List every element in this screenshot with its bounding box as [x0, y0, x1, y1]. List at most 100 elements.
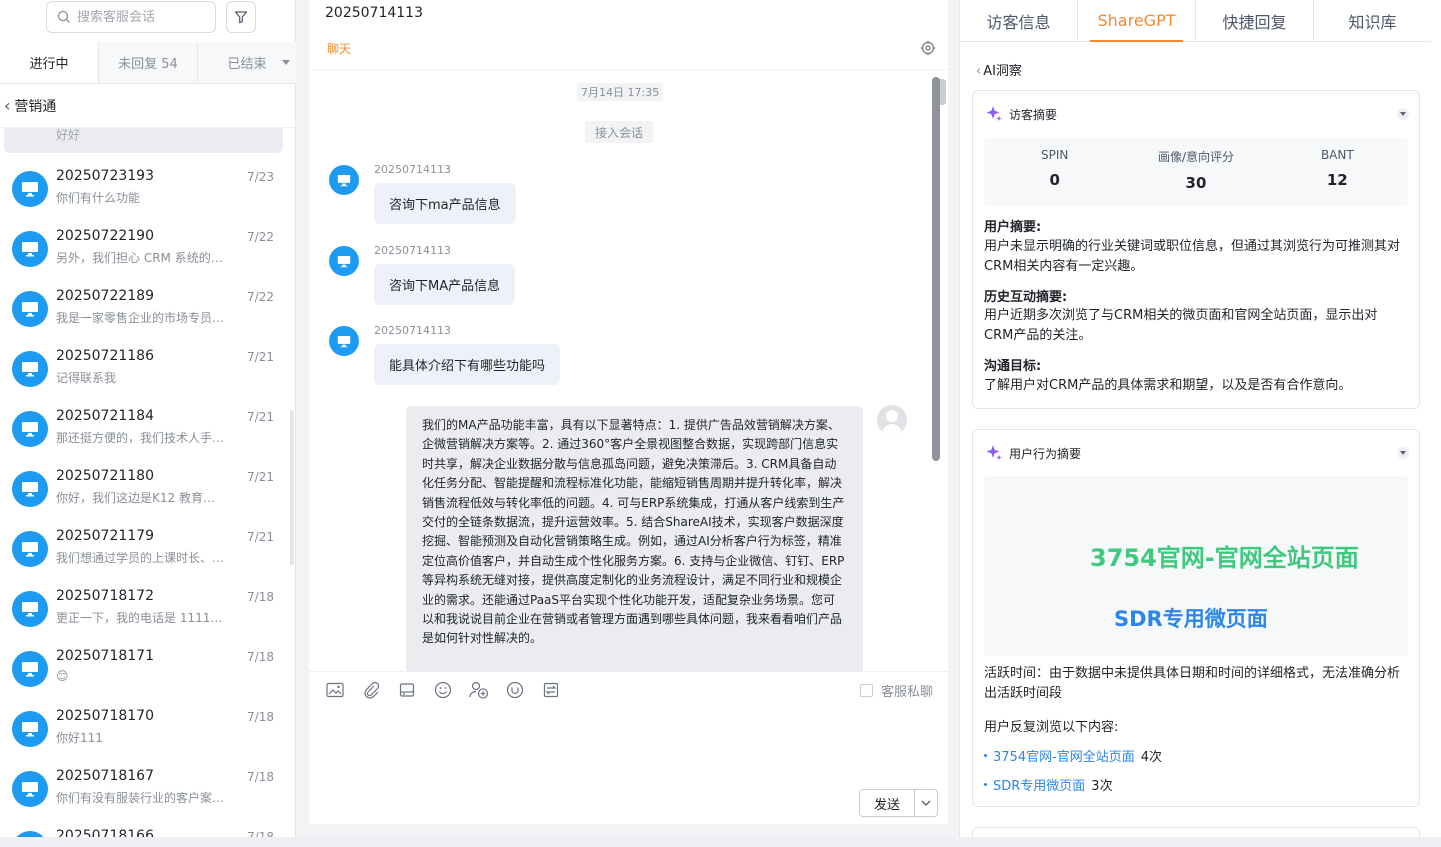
metric-value: 30 [1185, 174, 1207, 192]
conversation-item[interactable]: 20250718172 7/18 更正一下，我的电话是 11111… [0, 588, 290, 648]
message-scrollbar[interactable] [932, 77, 940, 461]
conversation-preview: 记得联系我 [56, 371, 117, 385]
visitor-avatar [12, 591, 48, 627]
list-scrollbar[interactable] [290, 410, 294, 565]
metric-value: 0 [1049, 171, 1060, 189]
agent-avatar [877, 405, 907, 435]
conversation-item[interactable]: 20250723193 7/23 你们有什么功能 [0, 168, 290, 228]
filter-button[interactable] [226, 1, 256, 33]
tab-quick-reply[interactable]: 快捷回复 [1196, 0, 1314, 41]
metric-spin: SPIN 0 [984, 138, 1125, 206]
conversation-preview: 你们有什么功能 [56, 191, 141, 205]
channel-back-row[interactable]: ‹ 营销通 [0, 84, 296, 128]
viewed-page-link[interactable]: SDR专用微页面 [993, 775, 1085, 794]
attachment-icon[interactable] [361, 680, 381, 700]
metric-bant: BANT 12 [1267, 138, 1408, 206]
conversation-item[interactable]: 20250721180 7/21 你好，我们这边是K12 教育机… [0, 468, 290, 528]
send-button-group: 发送 [859, 789, 938, 817]
caret-down-icon[interactable] [282, 60, 290, 65]
conversation-item[interactable]: 20250721184 7/21 那还挺方便的，我们技术人手… [0, 408, 290, 468]
send-options-button[interactable] [915, 790, 937, 816]
chat-header: 20250714113 聊天 [309, 0, 948, 70]
viewed-page-link[interactable]: 3754官网-官网全站页面 [993, 746, 1135, 765]
conversation-date: 7/18 [247, 770, 274, 784]
selected-conversation[interactable]: 好好 [4, 128, 283, 153]
repeat-view-title: 用户反复浏览以下内容: [984, 720, 1119, 735]
private-chat-toggle[interactable]: 客服私聊 [859, 681, 933, 700]
visitor-avatar [329, 165, 359, 195]
word-cloud-term: SDR专用微页面 [1114, 607, 1268, 631]
monitor-icon [337, 335, 351, 347]
conversation-item[interactable]: 20250721179 7/21 我们想通过学员的上课时长、… [0, 528, 290, 588]
search-input[interactable] [77, 9, 207, 25]
conversation-item[interactable]: 20250721186 7/21 记得联系我 [0, 348, 290, 408]
collapse-toggle-icon[interactable] [1397, 447, 1409, 459]
chevron-left-icon: ‹ [976, 64, 982, 79]
conversation-tabs: 进行中 未回复 54 已结束 [0, 42, 296, 84]
visitor-avatar [12, 711, 48, 747]
send-button[interactable]: 发送 [860, 790, 915, 816]
tab-ended[interactable]: 已结束 [198, 42, 296, 83]
conversation-item[interactable]: 20250722190 7/22 另外，我们担心 CRM 系统的… [0, 228, 290, 288]
conversation-name: 20250722190 [56, 228, 154, 244]
conversation-date: 7/22 [247, 230, 274, 244]
storage-icon[interactable] [397, 680, 417, 700]
conversation-preview: 你好111 [56, 731, 103, 745]
tab-visitor-info[interactable]: 访客信息 [960, 0, 1078, 41]
private-chat-checkbox[interactable] [859, 684, 873, 697]
emoji-icon[interactable] [433, 680, 453, 700]
message-sender: 20250714113 [374, 163, 451, 176]
tab-in-progress[interactable]: 进行中 [0, 42, 99, 83]
ai-insight-back[interactable]: ‹ AI洞察 [976, 60, 1022, 79]
chat-title: 20250714113 [325, 5, 423, 21]
tab-label: 快捷回复 [1222, 12, 1287, 32]
image-icon[interactable] [325, 680, 345, 700]
conversation-item[interactable]: 20250718171 7/18 😊 [0, 648, 290, 708]
tab-label: ShareGPT [1097, 11, 1176, 30]
conversation-date: 7/23 [247, 170, 274, 184]
ai-insight-title: AI洞察 [983, 64, 1022, 79]
conversation-preview: 😊 [56, 669, 69, 683]
tab-sharegpt[interactable]: ShareGPT [1078, 0, 1196, 42]
behavior-summary-card: 用户行为摘要 3754官网-官网全站页面 SDR专用微页面 活跃时间：由于数据中… [972, 429, 1420, 807]
evaluation-icon[interactable] [505, 680, 525, 700]
metric-label: SPIN [1040, 148, 1069, 162]
conversation-name: 20250721186 [56, 348, 154, 364]
message-area: 7月14日 17:35 接入会话 20250714113 咨询下ma产品信息 2… [309, 71, 948, 671]
search-box[interactable] [46, 1, 216, 33]
conversation-date: 7/18 [247, 590, 274, 604]
view-count: 3次 [1091, 779, 1113, 794]
collapse-toggle-icon[interactable] [1397, 108, 1409, 120]
monitor-icon [22, 182, 38, 197]
add-contact-icon[interactable] [469, 680, 489, 700]
conversation-name: 20250718172 [56, 588, 154, 604]
search-icon [57, 10, 70, 23]
visitor-avatar [12, 231, 48, 267]
monitor-icon [22, 362, 38, 377]
conversation-item[interactable]: 20250718170 7/18 你好111 [0, 708, 290, 768]
conversation-preview: 你们有没有服装行业的客户案… [56, 791, 225, 805]
app-window: 进行中 未回复 54 已结束 ‹ 营销通 好好 20250723193 7/23… [0, 0, 1441, 847]
insight-scrollbar[interactable] [1432, 0, 1441, 847]
monitor-icon [22, 782, 38, 797]
visitor-avatar [12, 171, 48, 207]
conversation-list: 好好 20250723193 7/23 你们有什么功能 20250722190 … [0, 128, 290, 847]
channel-name: 营销通 [14, 98, 57, 115]
tab-unreplied[interactable]: 未回复 54 [99, 42, 198, 83]
tab-chat[interactable]: 聊天 [327, 40, 351, 57]
conversation-sidebar: 进行中 未回复 54 已结束 ‹ 营销通 好好 20250723193 7/23… [0, 0, 296, 847]
metric-label: 画像/意向评分 [1157, 150, 1235, 164]
user-summary-title: 用户摘要: [984, 220, 1042, 235]
transfer-icon[interactable] [541, 680, 561, 700]
conversation-item[interactable]: 20250722189 7/22 我是一家零售企业的市场专员… [0, 288, 290, 348]
visitor-summary-card: 访客摘要 SPIN 0 画像/意向评分 30 BANT 12 用户摘要: 用户未… [972, 90, 1420, 409]
sparkle-icon [986, 445, 1002, 460]
card-header: 访客摘要 [985, 105, 1057, 123]
conversation-item[interactable]: 20250718167 7/18 你们有没有服装行业的客户案… [0, 768, 290, 828]
tab-knowledge-base[interactable]: 知识库 [1314, 0, 1431, 41]
conversation-name: 20250722189 [56, 288, 154, 304]
private-chat-label: 客服私聊 [880, 685, 933, 700]
settings-icon[interactable] [920, 40, 936, 56]
filter-icon [234, 11, 248, 24]
insight-panel: 访客信息 ShareGPT 快捷回复 知识库 ‹ AI洞察 访客摘要 SPIN 0… [960, 0, 1441, 847]
